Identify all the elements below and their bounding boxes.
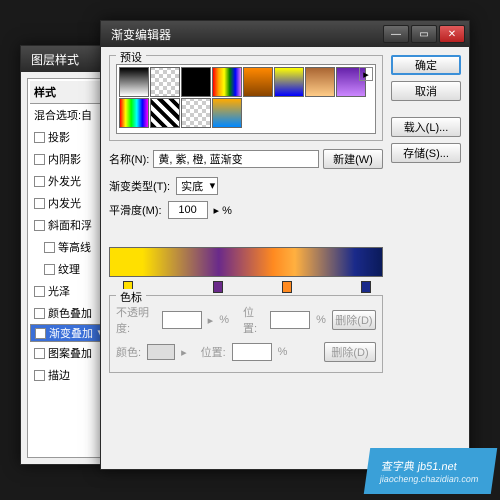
style-item[interactable]: 颜色叠加 [30, 302, 106, 324]
preset-swatch[interactable] [181, 67, 211, 97]
checkbox[interactable] [34, 132, 45, 143]
style-item-label: 光泽 [48, 283, 70, 299]
color-location-label: 位置: [201, 344, 226, 360]
style-item-label: 渐变叠加 [49, 325, 93, 341]
smooth-unit-dropdown[interactable]: ▸ % [214, 204, 232, 217]
opacity-stops[interactable] [109, 225, 383, 239]
checkbox[interactable] [34, 154, 45, 165]
maximize-icon[interactable]: ▭ [411, 25, 437, 43]
preset-swatch[interactable] [150, 67, 180, 97]
preset-swatch[interactable] [305, 67, 335, 97]
checkbox[interactable] [34, 220, 45, 231]
gradient-editor-titlebar[interactable]: 渐变编辑器 — ▭ ✕ [101, 21, 469, 47]
style-item[interactable]: 斜面和浮 [30, 214, 106, 236]
color-well [147, 344, 175, 360]
checkbox[interactable] [34, 308, 45, 319]
checkbox[interactable] [35, 328, 46, 339]
name-label: 名称(N): [109, 151, 149, 167]
style-item-label: 内阴影 [48, 151, 81, 167]
style-item[interactable]: 描边 [30, 364, 106, 386]
color-location-input [232, 343, 272, 361]
color-stop-handle[interactable] [282, 281, 292, 293]
gradient-editor-window: 渐变编辑器 — ▭ ✕ 预设 ▸ 名称(N): 新建(W) 渐变类型(T): [100, 20, 470, 470]
styles-header: 样式 [30, 81, 106, 104]
preset-swatch[interactable] [150, 98, 180, 128]
watermark: 查字典 jb51.net jiaocheng.chazidian.com [364, 448, 497, 494]
color-stop-handle[interactable] [361, 281, 371, 293]
preset-swatch[interactable] [212, 67, 242, 97]
style-item[interactable]: 投影 [30, 126, 106, 148]
blend-options-row[interactable]: 混合选项:自 [30, 104, 106, 126]
gradient-editor-title: 渐变编辑器 [105, 26, 383, 43]
load-button[interactable]: 载入(L)... [391, 117, 461, 137]
gradient-type-select[interactable]: 实底 [176, 177, 218, 195]
delete-color-stop-button: 删除(D) [324, 342, 376, 362]
checkbox[interactable] [34, 176, 45, 187]
style-item[interactable]: 等高线 [30, 236, 106, 258]
preset-swatch[interactable] [181, 98, 211, 128]
style-item[interactable]: 图案叠加 [30, 342, 106, 364]
preset-swatch[interactable] [119, 67, 149, 97]
smoothness-input[interactable] [168, 201, 208, 219]
style-item-label: 外发光 [48, 173, 81, 189]
checkbox[interactable] [34, 198, 45, 209]
minimize-icon[interactable]: — [383, 25, 409, 43]
style-item[interactable]: 内阴影 [30, 148, 106, 170]
preset-swatch[interactable] [274, 67, 304, 97]
delete-opacity-stop-button: 删除(D) [332, 310, 376, 330]
color-stop-handle[interactable] [213, 281, 223, 293]
style-item-label: 颜色叠加 [48, 305, 92, 321]
style-item[interactable]: 光泽 [30, 280, 106, 302]
close-icon[interactable]: ✕ [439, 25, 465, 43]
gradient-name-input[interactable] [153, 150, 319, 168]
color-stops[interactable] [109, 281, 383, 295]
presets-menu-icon[interactable]: ▸ [359, 67, 373, 81]
opacity-location-input [270, 311, 310, 329]
save-button[interactable]: 存储(S)... [391, 143, 461, 163]
cancel-button[interactable]: 取消 [391, 81, 461, 101]
presets-grid: ▸ [116, 64, 376, 134]
checkbox[interactable] [44, 242, 55, 253]
style-item-label: 等高线 [58, 239, 91, 255]
presets-label: 预设 [116, 49, 146, 65]
style-item[interactable]: 渐变叠加 [30, 324, 106, 342]
opacity-value-input [162, 311, 202, 329]
checkbox[interactable] [34, 370, 45, 381]
style-item[interactable]: 内发光 [30, 192, 106, 214]
style-item-label: 描边 [48, 367, 70, 383]
color-stop-label: 颜色: [116, 344, 141, 360]
checkbox[interactable] [44, 264, 55, 275]
opacity-location-label: 位置: [243, 304, 264, 336]
opacity-stop-label: 不透明度: [116, 304, 156, 336]
style-item-label: 斜面和浮 [48, 217, 92, 233]
style-item-label: 纹理 [58, 261, 80, 277]
ok-button[interactable]: 确定 [391, 55, 461, 75]
styles-list: 样式 混合选项:自 投影内阴影外发光内发光斜面和浮等高线纹理光泽颜色叠加渐变叠加… [27, 78, 109, 458]
smoothness-label: 平滑度(M): [109, 202, 162, 218]
preset-swatch[interactable] [119, 98, 149, 128]
new-button[interactable]: 新建(W) [323, 149, 383, 169]
gradient-settings: 渐变类型(T): 实底 平滑度(M): ▸ % 色标 不透明度: ▸ % [109, 177, 383, 373]
gradient-preview-bar[interactable] [109, 247, 383, 277]
checkbox[interactable] [34, 286, 45, 297]
stops-legend: 色标 [116, 289, 146, 305]
style-item-label: 图案叠加 [48, 345, 92, 361]
style-item-label: 投影 [48, 129, 70, 145]
style-item-label: 内发光 [48, 195, 81, 211]
type-label: 渐变类型(T): [109, 178, 170, 194]
style-item[interactable]: 纹理 [30, 258, 106, 280]
presets-group: 预设 ▸ [109, 55, 383, 141]
style-item[interactable]: 外发光 [30, 170, 106, 192]
preset-swatch[interactable] [212, 98, 242, 128]
preset-swatch[interactable] [243, 67, 273, 97]
checkbox[interactable] [34, 348, 45, 359]
stops-fieldset: 色标 不透明度: ▸ % 位置: % 删除(D) 颜色: ▸ 位置: [109, 295, 383, 373]
